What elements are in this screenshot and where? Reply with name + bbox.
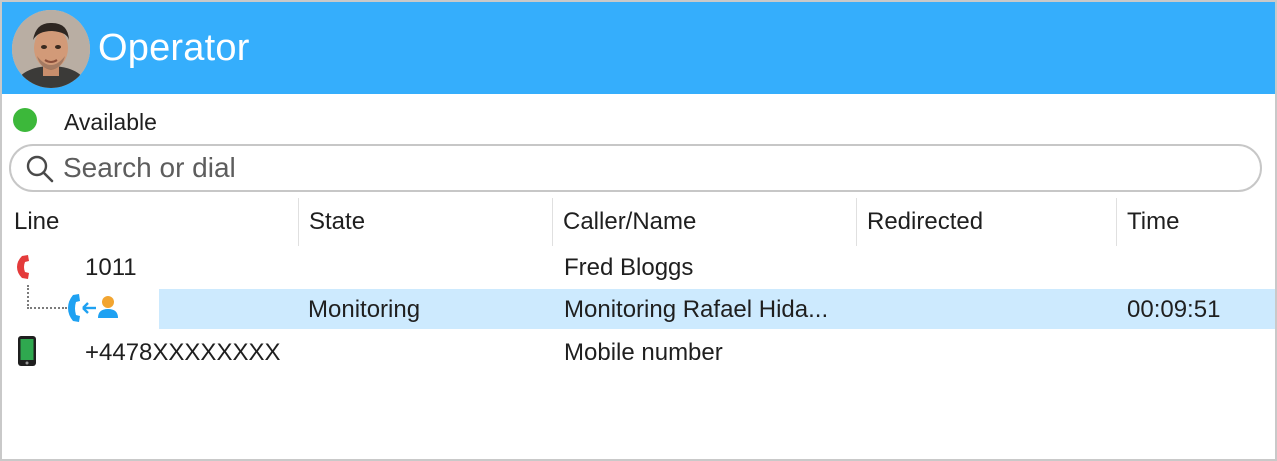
caller-name: Monitoring Rafael Hida... bbox=[564, 296, 829, 323]
tree-connector bbox=[27, 285, 67, 309]
search-icon bbox=[26, 155, 54, 183]
status-label[interactable]: Available bbox=[64, 108, 157, 136]
call-duration: 00:09:51 bbox=[1127, 296, 1221, 323]
column-header-line[interactable]: Line bbox=[4, 198, 298, 246]
avatar-image bbox=[12, 10, 90, 88]
page-title: Operator bbox=[98, 27, 250, 69]
avatar[interactable] bbox=[12, 10, 90, 88]
search-input[interactable] bbox=[63, 150, 1243, 186]
column-header-caller[interactable]: Caller/Name bbox=[553, 198, 856, 246]
column-header-state[interactable]: State bbox=[299, 198, 552, 246]
search-box[interactable] bbox=[9, 144, 1262, 192]
caller-name: Fred Bloggs bbox=[564, 254, 694, 281]
header-bar: Operator bbox=[2, 2, 1275, 94]
call-state: Monitoring bbox=[308, 296, 421, 323]
monitor-call-icon bbox=[68, 294, 118, 322]
desk-phone-handset-icon bbox=[17, 255, 29, 279]
status-indicator[interactable] bbox=[13, 108, 37, 132]
column-header-redirected[interactable]: Redirected bbox=[857, 198, 1116, 246]
line-number: +4478XXXXXXXX bbox=[85, 339, 281, 366]
column-header-time[interactable]: Time bbox=[1117, 198, 1275, 246]
mobile-phone-icon bbox=[18, 336, 36, 366]
line-number: 1011 bbox=[85, 254, 137, 281]
caller-name: Mobile number bbox=[564, 339, 723, 366]
operator-window: Operator Available Line State Caller/Nam… bbox=[0, 0, 1277, 461]
